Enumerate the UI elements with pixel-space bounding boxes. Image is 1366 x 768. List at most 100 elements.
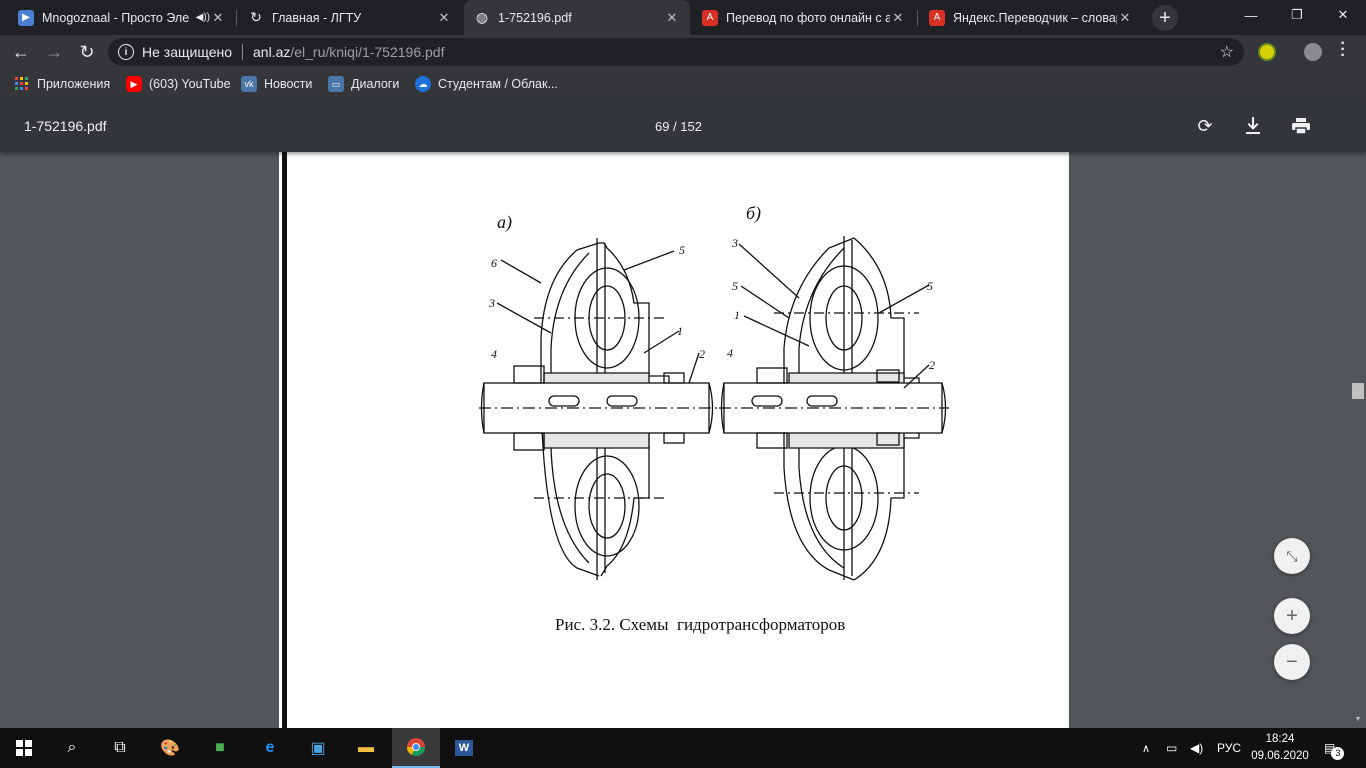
bookmark-vk[interactable]: vk Новости [241,69,312,99]
close-tab-icon[interactable]: ✕ [1117,10,1133,26]
tab-pdf[interactable]: ◍ 1-752196.pdf ✕ [464,0,690,35]
menu-kebab-icon[interactable]: · · · [1337,36,1349,64]
search-icon: ⌕ [67,739,77,756]
chat-icon: ▭ [328,76,344,92]
tab-yandex-translate[interactable]: A Яндекс.Переводчик – словарь ✕ [919,0,1143,35]
extension-icon[interactable] [1258,43,1276,61]
search-button[interactable]: ⌕ [48,728,96,768]
volume-icon[interactable]: ◀) [1190,728,1203,768]
profile-avatar[interactable] [1304,43,1322,61]
clock[interactable]: 18:24 09.06.2020 [1244,731,1316,765]
translate-icon: A [929,9,945,26]
label-b: б) [746,203,762,223]
zoom-out-button[interactable]: − [1274,644,1310,680]
download-icon[interactable] [1242,115,1264,137]
callout: 3 [732,236,738,250]
security-label: Не защищено [142,44,232,60]
taskbar-app-paint[interactable]: 🎨 [146,728,194,768]
bookmark-star-icon[interactable]: ☆ [1220,42,1234,62]
info-icon[interactable]: i [118,44,134,60]
callout: 2 [699,347,705,361]
task-view-icon: ⧉ [114,739,126,756]
close-tab-icon[interactable]: ✕ [210,10,226,26]
fit-page-icon: ⤡ [1286,547,1298,564]
tab-photo-translate[interactable]: A Перевод по фото онлайн с ан ✕ [692,0,916,35]
label-a: а) [497,212,512,232]
start-button[interactable] [0,728,48,768]
back-button[interactable]: ← [8,39,34,65]
word-icon: W [454,740,474,756]
scroll-down-arrow[interactable]: ▼ [1352,716,1364,723]
tab-title: Mnogoznaal - Просто Эле [42,10,190,25]
cube-icon: ■ [215,739,225,756]
youtube-icon: ▶ [126,76,142,92]
media-play-icon: ▶ [18,9,34,26]
callout: 1 [677,324,683,338]
callout: 5 [679,243,685,257]
speaker-icon[interactable]: ◀)) [196,12,210,23]
bookmark-apps[interactable]: Приложения [14,69,110,99]
bookmark-label: Студентам / Облак... [438,77,558,91]
vk-icon: vk [241,76,257,92]
close-tab-icon[interactable]: ✕ [436,10,452,26]
callout: 5 [927,279,933,293]
forward-button[interactable]: → [41,39,67,65]
notification-count: 3 [1331,746,1345,760]
callout: 4 [491,347,497,361]
callout: 5 [732,279,738,293]
minimize-button[interactable]: — [1228,0,1274,30]
bookmark-dialogs[interactable]: ▭ Диалоги [328,69,399,99]
tab-title: Яндекс.Переводчик – словарь [953,10,1117,25]
zoom-in-button[interactable]: + [1274,598,1310,634]
rotate-icon[interactable]: ⟳ [1194,115,1216,137]
bookmark-label: Приложения [37,77,111,91]
tab-title: 1-752196.pdf [498,10,572,25]
paint-icon: 🎨 [160,740,180,757]
bookmark-label: (603) YouTube [149,77,231,91]
taskbar-app-monitor[interactable]: ▣ [294,728,342,768]
taskbar-app-edge[interactable]: e [246,728,294,768]
folder-icon: ▬ [358,739,374,756]
tab-mnogoznaal[interactable]: ▶ Mnogoznaal - Просто Эле ◀)) ✕ [8,0,236,35]
task-view-button[interactable]: ⧉ [96,728,144,768]
bookmark-cloud[interactable]: ☁ Студентам / Облак... [415,69,558,99]
close-tab-icon[interactable]: ✕ [664,10,680,26]
callout: 6 [491,256,497,270]
taskbar-app-explorer[interactable]: ▬ [342,728,390,768]
close-window-button[interactable]: ✕ [1320,0,1366,30]
reload-button[interactable]: ↻ [74,39,100,65]
windows-taskbar: ⌕ ⧉ 🎨 ■ e ▣ ▬ W ∧ ▭ ◀) РУС 18:24 09.06.2… [0,728,1366,768]
chrome-icon [407,738,425,757]
new-tab-button[interactable]: + [1152,5,1178,31]
pdf-viewer[interactable]: а) б) 6 5 3 1 4 2 3 5 5 1 4 2 Рис. 3.2. … [0,152,1366,728]
taskbar-app-cube[interactable]: ■ [196,728,244,768]
scrollbar[interactable] [1350,101,1366,728]
tab-lgtu[interactable]: ↻ Главная - ЛГТУ ✕ [238,0,462,35]
loading-icon: ↻ [250,9,262,25]
bookmark-youtube[interactable]: ▶ (603) YouTube [126,69,231,99]
print-icon[interactable] [1290,115,1312,137]
close-tab-icon[interactable]: ✕ [890,10,906,26]
callout: 4 [727,346,733,360]
address-bar[interactable]: i Не защищено anl.az/el_ru/kniqi/1-75219… [108,38,1244,66]
tray-overflow-icon[interactable]: ∧ [1142,728,1150,768]
callout: 2 [929,358,935,372]
taskbar-app-word[interactable]: W [440,728,488,768]
bookmark-label: Новости [264,77,313,91]
edge-icon: e [265,739,275,756]
bookmarks-bar: Приложения ▶ (603) YouTube vk Новости ▭ … [0,69,1366,101]
pdf-page: а) б) 6 5 3 1 4 2 3 5 5 1 4 2 Рис. 3.2. … [279,152,1069,728]
fit-page-button[interactable]: ⤡ [1274,538,1310,574]
battery-icon[interactable]: ▭ [1166,728,1177,768]
language-indicator[interactable]: РУС [1217,728,1241,768]
taskbar-app-chrome[interactable] [392,728,440,768]
notifications-button[interactable]: ▤ 3 [1324,728,1345,768]
tab-title: Главная - ЛГТУ [272,10,362,25]
browser-toolbar: ← → ↻ i Не защищено anl.az/el_ru/kniqi/1… [0,35,1366,69]
tab-strip: ▶ Mnogoznaal - Просто Эле ◀)) ✕ ↻ Главна… [0,0,1366,35]
scroll-thumb[interactable] [1352,383,1364,399]
maximize-button[interactable]: ❐ [1274,0,1320,30]
page-indicator[interactable]: 69 / 152 [655,119,702,134]
monitor-icon: ▣ [310,740,326,757]
clock-date: 09.06.2020 [1251,750,1309,762]
